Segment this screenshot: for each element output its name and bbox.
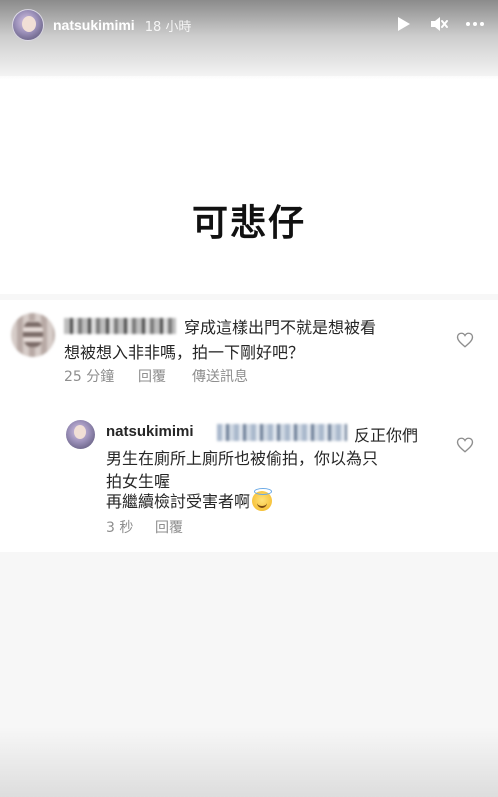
play-icon[interactable]	[392, 13, 414, 35]
reply-text-line2: 男生在廁所上廁所也被偷拍，你以為只	[106, 449, 379, 468]
mute-icon[interactable]	[428, 13, 450, 35]
commenter-name-blurred	[64, 318, 176, 334]
story-title-panel	[0, 76, 498, 294]
heart-icon[interactable]	[456, 436, 474, 454]
comment-send-message-button[interactable]: 傳送訊息	[192, 366, 248, 386]
reply-username[interactable]: natsukimimi	[106, 423, 194, 440]
story-timestamp: 18 小時	[144, 19, 192, 35]
reply-text-line4: 再繼續檢討受害者啊	[106, 492, 251, 511]
reply-time: 3 秒	[106, 520, 134, 536]
reply-text-line4-wrap: 再繼續檢討受害者啊	[106, 488, 273, 512]
story-username[interactable]: natsukimimi	[53, 17, 135, 33]
commenter-avatar-blurred	[11, 313, 55, 357]
story-controls	[392, 13, 486, 35]
bottom-gradient	[0, 727, 498, 797]
avatar[interactable]	[12, 9, 44, 41]
comment-text-line1: 穿成這樣出門不就是想被看	[184, 318, 377, 337]
comment-text-line2: 想被想入非非嗎，拍一下剛好吧？	[64, 343, 305, 362]
story-text: 可悲仔	[191, 203, 306, 244]
more-icon[interactable]	[464, 13, 486, 35]
smiling-halo-emoji-icon	[252, 488, 273, 511]
reply-reply-button[interactable]: 回覆	[155, 517, 183, 537]
reply-text-line1: 反正你們	[354, 426, 419, 445]
comment-time: 25 分鐘	[64, 369, 115, 385]
reply-mention-blurred	[217, 424, 347, 441]
reply-avatar[interactable]	[66, 420, 95, 449]
heart-icon[interactable]	[456, 331, 474, 349]
comment-reply-button[interactable]: 回覆	[138, 366, 166, 386]
story-viewer	[0, 0, 498, 797]
